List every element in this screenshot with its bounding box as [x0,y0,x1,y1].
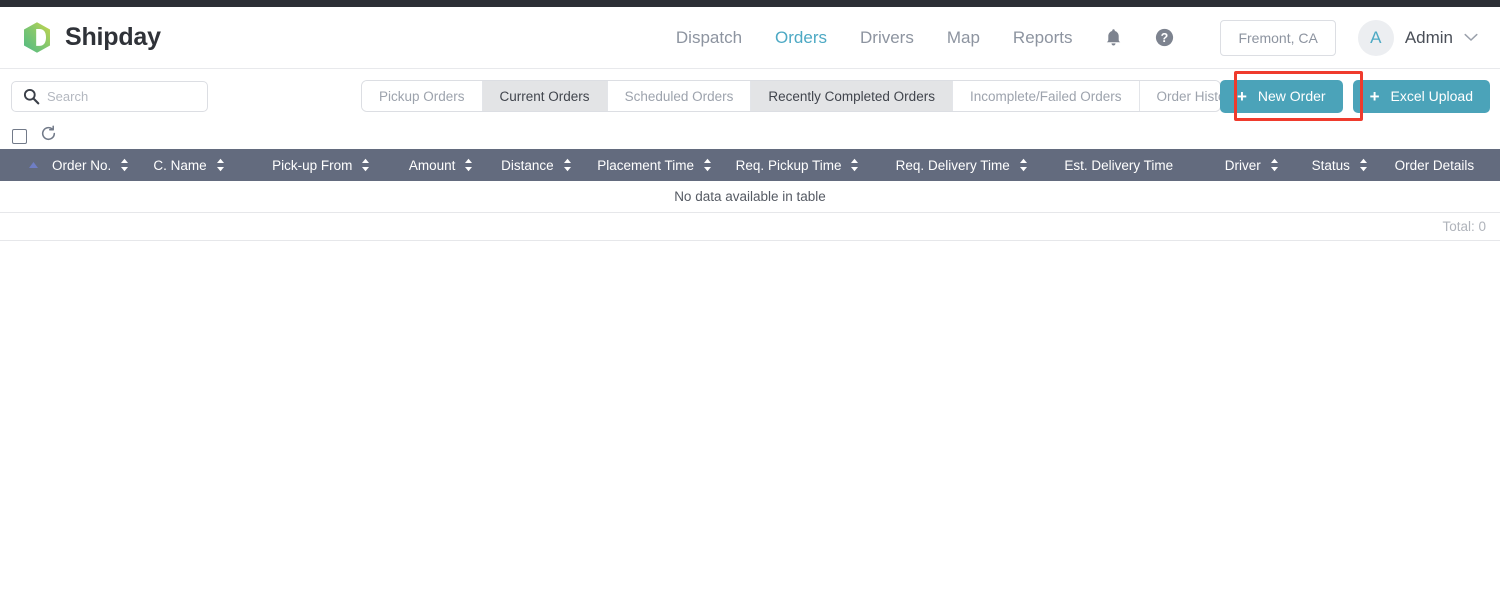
help-circle-icon[interactable]: ? [1155,28,1174,47]
column-header-c-name[interactable]: C. Name [131,149,258,181]
orders-table-body: No data available in table [0,181,1500,213]
column-header-pickup-from[interactable]: Pick-up From [257,149,393,181]
column-label: Req. Pickup Time [735,157,842,173]
column-label: Amount [408,157,456,173]
column-label: Status [1311,157,1350,173]
column-label: Placement Time [597,157,695,173]
search-container [11,80,208,112]
nav-item-reports[interactable]: Reports [1013,28,1073,48]
toolbar-actions: + New Order + Excel Upload [1219,79,1490,113]
column-header-status[interactable]: Status [1305,149,1386,181]
chevron-down-icon[interactable] [1464,29,1478,47]
sort-toggle-icon[interactable] [703,158,712,172]
main-navigation: Dispatch Orders Drivers Map Reports ? [676,28,1175,48]
column-label: Driver [1224,157,1261,173]
refresh-icon[interactable] [40,125,57,147]
table-total-bar: Total: 0 [0,213,1500,241]
new-order-button-label: New Order [1257,88,1326,104]
column-label: Est. Delivery Time [1064,157,1174,173]
column-header-driver[interactable]: Driver [1222,149,1306,181]
sort-toggle-icon[interactable] [361,158,370,172]
order-tabs: Pickup Orders Current Orders Scheduled O… [362,81,1220,111]
svg-text:?: ? [1161,31,1169,45]
column-header-req-pickup-time[interactable]: Req. Pickup Time [725,149,886,181]
nav-item-drivers[interactable]: Drivers [860,28,914,48]
top-accent-bar [0,0,1500,7]
header-right-area: Fremont, CA A Admin [1220,19,1478,56]
page-empty-area [0,240,1500,609]
tab-pickup-orders[interactable]: Pickup Orders [362,81,483,111]
excel-upload-button[interactable]: + Excel Upload [1352,79,1490,113]
column-label: Pick-up From [272,157,353,173]
nav-item-map[interactable]: Map [947,28,980,48]
column-header-order-details[interactable]: Order Details [1385,149,1500,181]
empty-message: No data available in table [0,181,1500,213]
orders-toolbar: Pickup Orders Current Orders Scheduled O… [0,69,1500,123]
table-subcontrols [0,123,1500,149]
orders-table: Order No. C. Name Pick-up From Amount Di… [0,149,1500,213]
user-menu[interactable]: A Admin [1357,19,1478,56]
orders-table-container: Order No. C. Name Pick-up From Amount Di… [0,149,1500,241]
tab-order-history[interactable]: Order History [1139,81,1220,111]
brand-logo-area[interactable]: Shipday [22,21,161,54]
sort-toggle-icon[interactable] [563,158,572,172]
sort-toggle-icon[interactable] [1019,158,1028,172]
sort-toggle-icon[interactable] [464,158,473,172]
column-header-est-delivery-time[interactable]: Est. Delivery Time [1051,149,1223,181]
plus-icon: + [1369,86,1380,106]
nav-item-orders[interactable]: Orders [775,28,827,48]
nav-item-dispatch[interactable]: Dispatch [676,28,742,48]
orders-table-head: Order No. C. Name Pick-up From Amount Di… [0,149,1500,181]
app-header: Shipday Dispatch Orders Drivers Map Repo… [0,7,1500,69]
total-count-label: Total: 0 [1442,218,1486,234]
table-empty-row: No data available in table [0,181,1500,213]
tab-scheduled-orders[interactable]: Scheduled Orders [607,81,752,111]
sort-toggle-icon[interactable] [1270,158,1279,172]
column-header-placement-time[interactable]: Placement Time [584,149,726,181]
column-header-req-delivery-time[interactable]: Req. Delivery Time [885,149,1052,181]
sort-toggle-icon[interactable] [850,158,859,172]
select-all-checkbox[interactable] [12,128,27,144]
user-name-label: Admin [1404,27,1453,47]
sort-toggle-icon[interactable] [216,158,225,172]
bell-icon[interactable] [1105,28,1122,47]
sort-toggle-icon[interactable] [120,158,129,172]
column-label: Req. Delivery Time [895,157,1010,173]
column-header-distance[interactable]: Distance [487,149,585,181]
search-input[interactable] [11,80,208,112]
sort-ascending-icon [28,161,39,169]
column-label: C. Name [153,157,207,173]
column-header-amount[interactable]: Amount [392,149,488,181]
column-label: Distance [501,157,554,173]
avatar: A [1357,19,1394,56]
tab-current-orders[interactable]: Current Orders [482,81,608,111]
new-order-button[interactable]: + New Order [1219,79,1343,113]
location-selector[interactable]: Fremont, CA [1220,19,1336,56]
excel-upload-button-label: Excel Upload [1390,88,1474,104]
column-header-order-no[interactable]: Order No. [0,149,132,181]
sort-toggle-icon[interactable] [1359,158,1368,172]
table-header-row: Order No. C. Name Pick-up From Amount Di… [0,149,1500,181]
plus-icon: + [1236,86,1247,106]
brand-name: Shipday [65,23,161,51]
tab-recently-completed-orders[interactable]: Recently Completed Orders [751,81,953,111]
column-label: Order No. [52,157,112,173]
shipday-hexagon-logo [22,21,52,54]
column-label: Order Details [1394,157,1475,173]
tab-incomplete-failed-orders[interactable]: Incomplete/Failed Orders [952,81,1140,111]
